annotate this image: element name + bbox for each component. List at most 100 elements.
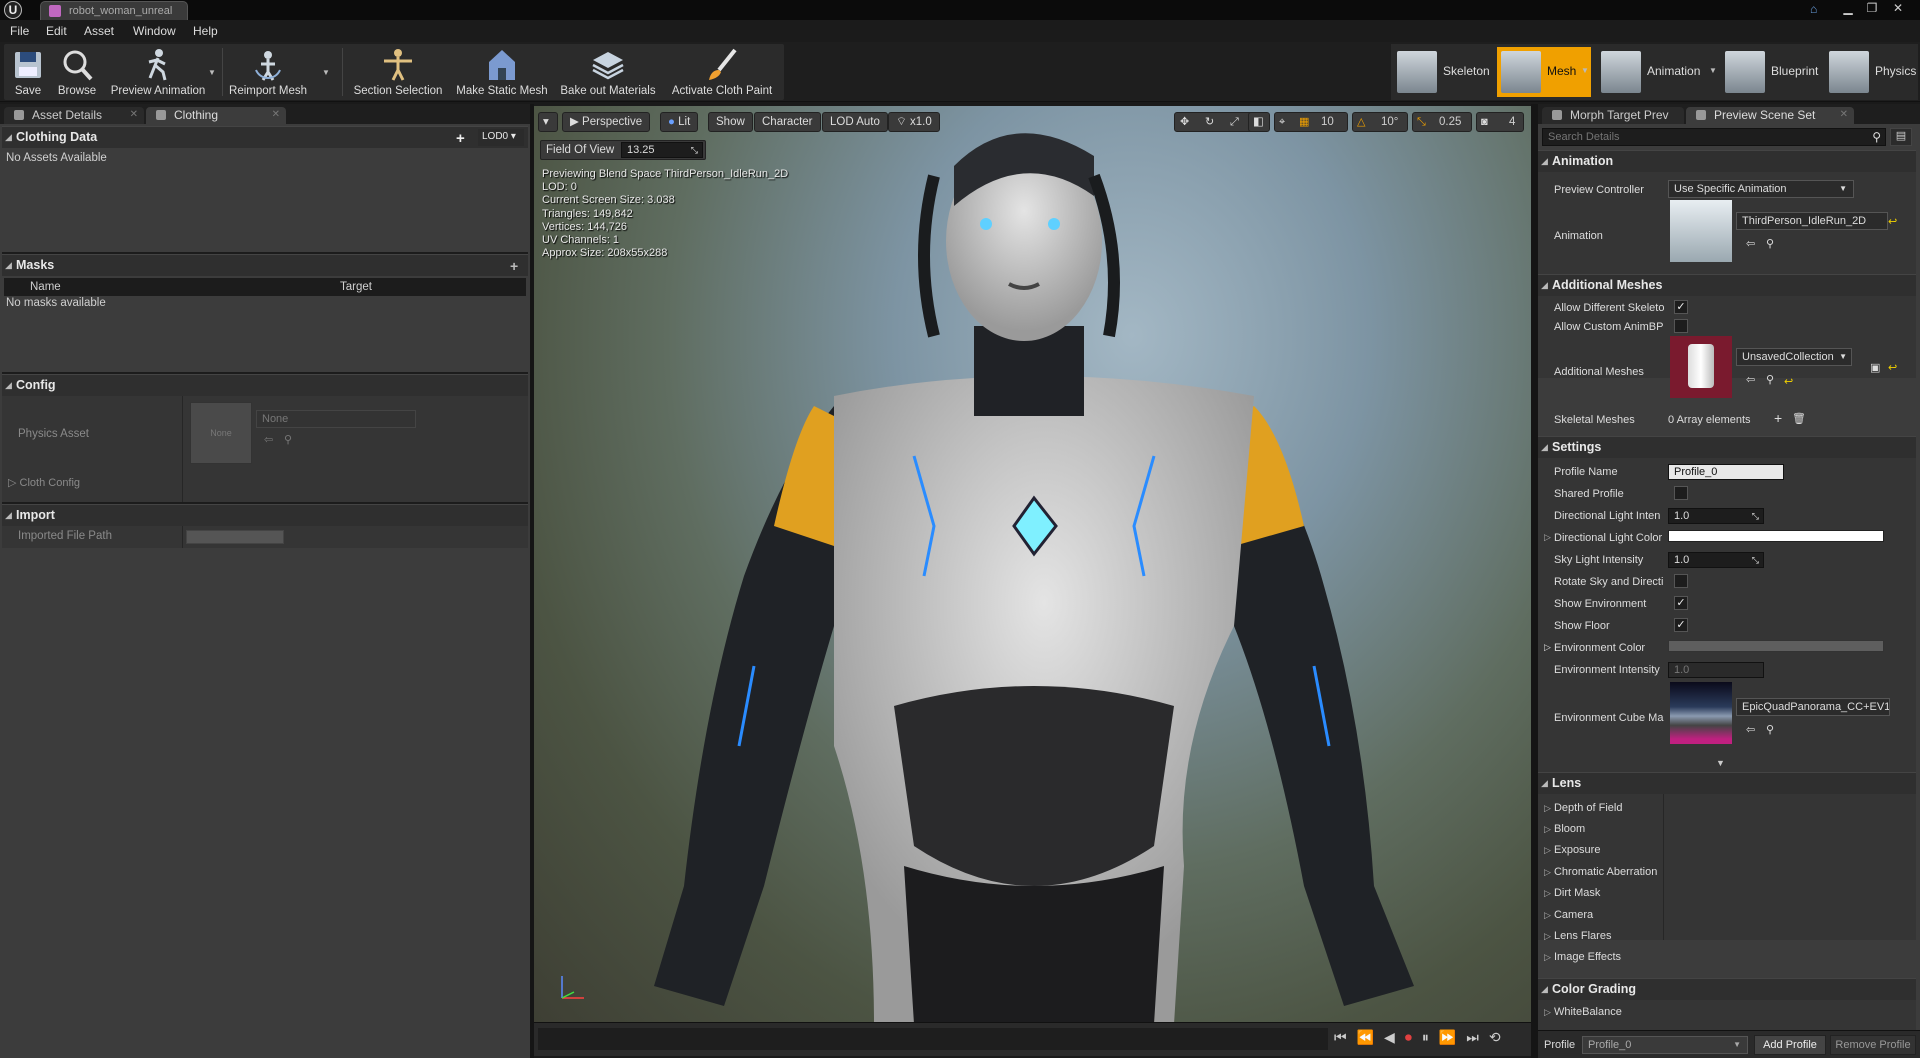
viewport-options-dropdown[interactable]: ▾ — [538, 112, 558, 132]
menu-file[interactable]: File — [10, 24, 29, 38]
lens-item-lens-flares[interactable]: ▷ Lens Flares — [1544, 930, 1611, 942]
tab-close-icon[interactable]: ✕ — [1840, 107, 1848, 123]
camera-speed-icon[interactable]: ◙ — [1481, 116, 1493, 128]
timeline-scrubber[interactable] — [538, 1028, 1328, 1050]
reimport-mesh-button[interactable]: Reimport Mesh — [226, 44, 310, 100]
allow-different-skeletons-checkbox[interactable]: ✓ — [1674, 300, 1688, 314]
mode-animation-button[interactable]: Animation — [1597, 47, 1719, 97]
environment-cube-map-combo[interactable]: EpicQuadPanorama_CC+EV1 — [1736, 698, 1890, 716]
playback-speed-button[interactable]: ⌔ x1.0 — [888, 112, 940, 132]
lens-item-depth-of-field[interactable]: ▷ Depth of Field — [1544, 802, 1622, 814]
preview-viewport[interactable]: ▾ ▶ Perspective ● Lit Show Character LOD… — [534, 106, 1531, 1024]
rotate-icon[interactable]: ↻ — [1205, 116, 1217, 128]
maximize-button[interactable]: ❐ — [1862, 1, 1882, 17]
settings-header[interactable]: ◢ Settings — [1538, 436, 1916, 458]
masks-header[interactable]: ◢ Masks + — [2, 254, 528, 276]
view-options-icon[interactable]: ▤ — [1890, 128, 1912, 146]
cloth-config-label[interactable]: ▷ Cloth Config — [8, 476, 80, 489]
surface-snap-icon[interactable]: ⌖ — [1279, 116, 1291, 128]
mode-physics-button[interactable]: Physics — [1825, 47, 1917, 97]
activate-cloth-paint-button[interactable]: Activate Cloth Paint — [666, 44, 778, 100]
preview-controller-combo[interactable]: Use Specific Animation ▼ — [1668, 180, 1854, 198]
menu-window[interactable]: Window — [133, 24, 176, 38]
mode-blueprint-button[interactable]: Blueprint — [1721, 47, 1825, 97]
tab-preview-scene-settings[interactable]: Preview Scene Set ✕ — [1686, 107, 1854, 124]
import-header[interactable]: ◢ Import — [2, 504, 528, 526]
browse-button[interactable]: Browse — [52, 44, 102, 100]
rotate-sky-checkbox[interactable] — [1674, 574, 1688, 588]
record-icon[interactable]: ⏺ — [1405, 1029, 1422, 1045]
additional-meshes-combo[interactable]: UnsavedCollection ▼ — [1736, 348, 1852, 366]
reset-to-default-icon[interactable]: ↩ — [1784, 376, 1796, 388]
shared-profile-checkbox[interactable] — [1674, 486, 1688, 500]
environment-cube-map-thumbnail[interactable] — [1670, 682, 1732, 744]
remove-profile-button[interactable]: Remove Profile — [1830, 1035, 1916, 1055]
menu-asset[interactable]: Asset — [84, 24, 114, 38]
allow-custom-animbp-checkbox[interactable] — [1674, 319, 1688, 333]
animation-asset-combo[interactable]: ThirdPerson_IdleRun_2D — [1736, 212, 1888, 230]
source-control-icon[interactable]: ⌂ — [1810, 2, 1826, 16]
directional-light-intensity-input[interactable]: 1.0 ⤡ — [1668, 508, 1764, 524]
animation-mode-dropdown-icon[interactable]: ▼ — [1709, 66, 1719, 76]
document-tab[interactable]: robot_woman_unreal — [40, 1, 188, 20]
lens-header[interactable]: ◢ Lens — [1538, 772, 1916, 794]
add-clothing-icon[interactable]: + — [456, 128, 465, 149]
loop-icon[interactable]: ⟲ — [1489, 1029, 1511, 1045]
left-splitter[interactable] — [530, 104, 534, 1058]
play-reverse-icon[interactable]: ◀ — [1384, 1029, 1405, 1045]
color-grading-header[interactable]: ◢ Color Grading — [1538, 978, 1916, 1000]
tab-clothing[interactable]: Clothing ✕ — [146, 107, 286, 124]
color-grading-item-whitebalance[interactable]: ▷ WhiteBalance — [1544, 1006, 1622, 1018]
perspective-button[interactable]: ▶ Perspective — [562, 112, 651, 132]
make-static-mesh-button[interactable]: Make Static Mesh — [452, 44, 552, 100]
pause-icon[interactable]: ⏸ — [1422, 1029, 1439, 1045]
close-button[interactable]: ✕ — [1888, 1, 1908, 17]
scale-snap-icon[interactable]: ⤡ — [1417, 116, 1429, 128]
tab-close-icon[interactable]: ✕ — [130, 107, 138, 123]
animation-thumbnail[interactable] — [1670, 200, 1732, 262]
bake-out-materials-button[interactable]: Bake out Materials — [556, 44, 660, 100]
show-button[interactable]: Show — [708, 112, 753, 132]
reimport-dropdown-icon[interactable]: ▼ — [322, 68, 332, 78]
add-profile-button[interactable]: Add Profile — [1754, 1035, 1826, 1055]
next-frame-icon[interactable]: ⏩ — [1439, 1029, 1466, 1045]
search-details-input[interactable]: ⚲ — [1542, 128, 1886, 146]
tab-morph-target-preview[interactable]: Morph Target Prev — [1542, 107, 1684, 124]
directional-light-color-swatch[interactable] — [1668, 530, 1884, 542]
first-frame-icon[interactable]: ⏮ — [1334, 1029, 1357, 1045]
translate-icon[interactable]: ✥ — [1180, 116, 1192, 128]
lens-item-dirt-mask[interactable]: ▷ Dirt Mask — [1544, 887, 1600, 899]
mesh-mode-dropdown-icon[interactable]: ▼ — [1581, 66, 1591, 76]
last-frame-icon[interactable]: ⏭ — [1466, 1029, 1489, 1045]
slider-arrow-icon[interactable]: ⤡ — [1752, 509, 1759, 523]
lens-item-exposure[interactable]: ▷ Exposure — [1544, 844, 1600, 856]
config-header[interactable]: ◢ Config — [2, 374, 528, 396]
clothing-data-header[interactable]: ◢ Clothing Data + LOD0 ▾ — [2, 126, 528, 148]
lens-item-camera[interactable]: ▷ Camera — [1544, 909, 1593, 921]
add-mask-icon[interactable]: + — [510, 256, 518, 277]
lens-item-bloom[interactable]: ▷ Bloom — [1544, 823, 1585, 835]
scale-icon[interactable]: ⤢ — [1230, 116, 1242, 128]
use-selected-arrow-icon[interactable]: ⇦ — [1746, 724, 1758, 736]
physics-asset-thumbnail[interactable]: None — [190, 402, 252, 464]
lens-item-chromatic-aberration[interactable]: ▷ Chromatic Aberration — [1544, 866, 1657, 878]
browse-magnifier-icon[interactable]: ⚲ — [1766, 724, 1778, 736]
animation-section-header[interactable]: ◢ Animation — [1538, 150, 1916, 172]
add-element-icon[interactable]: + — [1774, 411, 1786, 425]
menu-edit[interactable]: Edit — [46, 24, 67, 38]
profile-combo[interactable]: Profile_0 ▼ — [1582, 1036, 1748, 1054]
preview-animation-button[interactable]: Preview Animation — [106, 44, 210, 100]
delete-all-icon[interactable]: 🗑 — [1792, 413, 1806, 425]
lod-auto-button[interactable]: LOD Auto — [822, 112, 888, 132]
physics-asset-combo[interactable]: None — [256, 410, 416, 428]
column-target[interactable]: Target — [340, 281, 372, 293]
mode-skeleton-button[interactable]: Skeleton — [1393, 47, 1495, 97]
lod-combo[interactable]: LOD0 ▾ — [478, 129, 524, 146]
show-floor-checkbox[interactable]: ✓ — [1674, 618, 1688, 632]
local-world-toggle[interactable]: ◧ — [1248, 112, 1270, 132]
use-selected-arrow-icon[interactable]: ⇦ — [264, 434, 276, 446]
column-name[interactable]: Name — [30, 281, 61, 293]
menu-help[interactable]: Help — [193, 24, 218, 38]
character-button[interactable]: Character — [754, 112, 821, 132]
right-splitter[interactable] — [1531, 104, 1538, 1058]
